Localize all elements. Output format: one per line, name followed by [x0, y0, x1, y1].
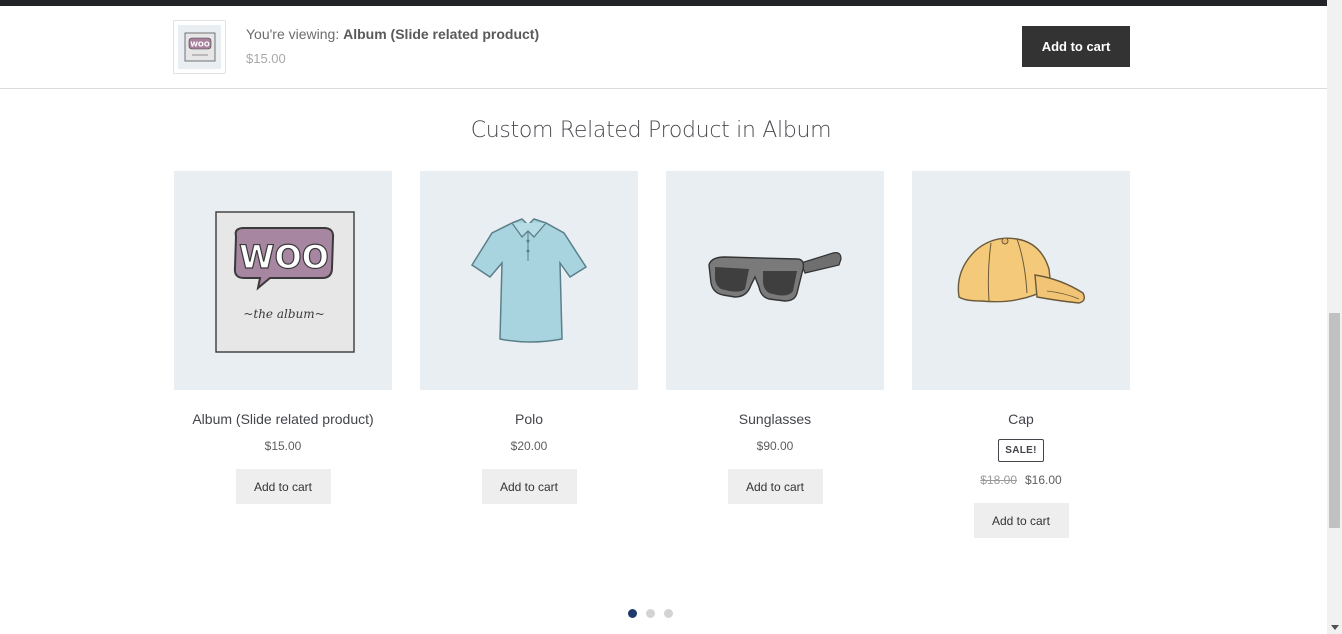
carousel-dot-2[interactable] — [646, 609, 655, 618]
carousel-dot-1[interactable] — [628, 609, 637, 618]
add-to-cart-button[interactable]: Add to cart — [235, 469, 331, 504]
album-image: WOO ~the album~ — [215, 210, 355, 353]
product-price: $20.00 — [510, 439, 548, 453]
product-price: $15.00 — [264, 439, 302, 453]
sale-badge: SALE! — [998, 439, 1044, 462]
product-image-cap[interactable] — [912, 171, 1130, 390]
sticky-add-to-cart-button[interactable]: Add to cart — [1022, 26, 1130, 67]
related-products-title: Custom Related Product in Album — [470, 118, 832, 143]
sunglasses-image — [708, 251, 842, 302]
product-name[interactable]: Cap — [912, 410, 1130, 428]
polo-shirt-image — [470, 217, 588, 343]
product-card-cap: Cap SALE! $18.00 $16.00 Add to cart — [912, 171, 1130, 538]
product-price: $18.00 $16.00 — [912, 473, 1130, 487]
album-logo-text: WOO — [239, 238, 329, 276]
product-card-sunglasses: Sunglasses $90.00 Add to cart — [666, 171, 884, 504]
sticky-add-to-cart-bar: WOO You're viewing: Album (Slide related… — [0, 6, 1327, 89]
scrollbar-thumb[interactable] — [1329, 313, 1340, 528]
carousel-pagination — [628, 609, 673, 618]
cap-image — [957, 237, 1086, 304]
sticky-viewing-line: You're viewing: Album (Slide related pro… — [246, 26, 539, 42]
page-scrollbar[interactable] — [1327, 0, 1342, 634]
scroll-down-arrow-icon[interactable] — [1331, 625, 1339, 630]
sticky-product-name: Album (Slide related product) — [343, 26, 540, 42]
add-to-cart-button[interactable]: Add to cart — [973, 503, 1069, 538]
album-thumbnail-icon: WOO — [184, 32, 215, 62]
thumb-logo-text: WOO — [190, 41, 210, 49]
sticky-product-thumbnail[interactable]: WOO — [173, 20, 226, 74]
product-card-album: WOO ~the album~ Album (Slide related pro… — [174, 171, 392, 504]
product-card-polo: Polo $20.00 Add to cart — [420, 171, 638, 504]
add-to-cart-button[interactable]: Add to cart — [727, 469, 823, 504]
sticky-product-info: You're viewing: Album (Slide related pro… — [246, 26, 539, 66]
product-image-sunglasses[interactable] — [666, 171, 884, 390]
product-name[interactable]: Album (Slide related product) — [174, 410, 392, 428]
product-image-album[interactable]: WOO ~the album~ — [174, 171, 392, 390]
product-name[interactable]: Sunglasses — [666, 410, 884, 428]
carousel-dot-3[interactable] — [664, 609, 673, 618]
sale-price: $16.00 — [1025, 473, 1062, 487]
product-image-polo[interactable] — [420, 171, 638, 390]
product-price: $90.00 — [756, 439, 794, 453]
album-caption-text: ~the album~ — [243, 307, 324, 321]
product-name[interactable]: Polo — [420, 410, 638, 428]
add-to-cart-button[interactable]: Add to cart — [481, 469, 577, 504]
sticky-viewing-prefix: You're viewing: — [246, 26, 344, 42]
old-price: $18.00 — [980, 473, 1017, 487]
sticky-product-price: $15.00 — [246, 51, 286, 66]
